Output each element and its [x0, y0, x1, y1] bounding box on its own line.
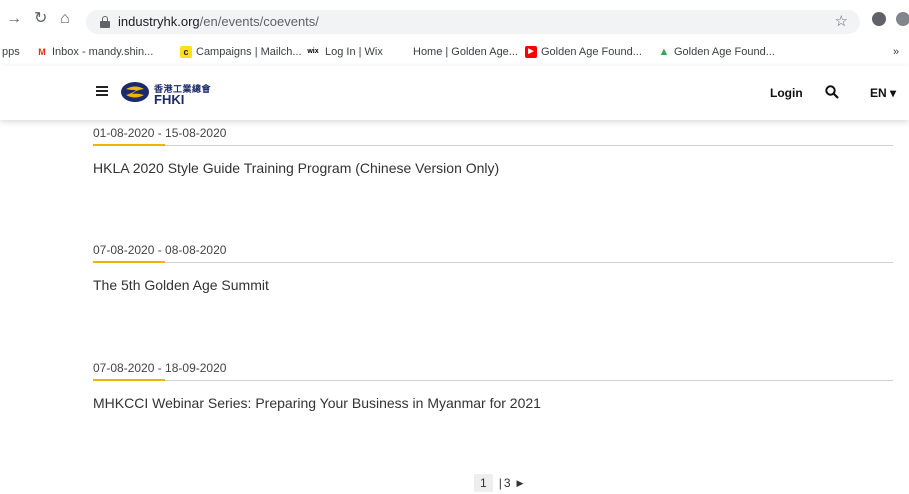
mailchimp-icon: c [180, 46, 192, 58]
bookmarks-bar: pps M Inbox - mandy.shin... c Campaigns | … [0, 40, 909, 66]
accent-underline [93, 261, 165, 263]
extension-icon[interactable] [872, 12, 886, 26]
bookmark-star-icon[interactable]: ☆ [835, 12, 848, 30]
event-date: 01-08-2020 - 15-08-2020 [93, 126, 227, 140]
divider [93, 145, 893, 146]
lock-icon[interactable] [100, 16, 110, 28]
youtube-icon: ▶ [525, 46, 537, 58]
bookmark-apps[interactable]: pps [2, 46, 20, 58]
page-last[interactable]: 3 [504, 476, 511, 490]
divider [93, 262, 893, 263]
logo-english-text: FHKI [154, 92, 185, 107]
event-title-link[interactable]: MHKCCI Webinar Series: Preparing Your Bu… [93, 395, 541, 411]
search-icon[interactable] [825, 85, 839, 99]
url-text[interactable]: industryhk.org/en/events/coevents/ [118, 14, 319, 29]
bookmark-wix[interactable]: wix Log In | Wix [305, 46, 383, 58]
accent-underline [93, 379, 165, 381]
menu-icon[interactable] [96, 86, 108, 96]
event-title-link[interactable]: HKLA 2020 Style Guide Training Program (… [93, 160, 499, 176]
page-separator: | [498, 476, 502, 490]
google-drive-icon: ▲ [658, 46, 670, 58]
forward-icon[interactable]: → [6, 9, 22, 29]
bookmark-youtube[interactable]: ▶ Golden Age Found... [525, 46, 642, 58]
next-page-icon[interactable]: ▶ [517, 478, 524, 489]
home-icon[interactable]: ⌂ [60, 9, 70, 29]
divider [93, 380, 893, 381]
bookmark-drive[interactable]: ▲ Golden Age Found... [658, 46, 775, 58]
event-date: 07-08-2020 - 18-09-2020 [93, 361, 227, 375]
pagination: 1 | 3 ▶ [474, 474, 523, 492]
site-header: 香港工業總會 FHKI Login EN ▾ [0, 66, 909, 120]
address-bar[interactable]: industryhk.org/en/events/coevents/ ☆ [86, 10, 860, 34]
page-current[interactable]: 1 [474, 474, 493, 492]
gmail-icon: M [38, 47, 46, 57]
event-date: 07-08-2020 - 08-08-2020 [93, 243, 227, 257]
reload-icon[interactable]: ↻ [34, 9, 47, 29]
bookmark-mailchimp[interactable]: c Campaigns | Mailch... [180, 46, 302, 58]
extension-icon-2[interactable] [896, 12, 909, 26]
login-link[interactable]: Login [770, 86, 803, 100]
browser-toolbar: → ↻ ⌂ industryhk.org/en/events/coevents/… [0, 0, 909, 40]
bookmark-gmail[interactable]: M Inbox - mandy.shin... [36, 46, 153, 58]
bookmark-overflow[interactable]: » [893, 46, 899, 58]
event-title-link[interactable]: The 5th Golden Age Summit [93, 277, 269, 293]
fhki-logo-icon[interactable] [120, 81, 150, 103]
accent-underline [93, 144, 165, 146]
wix-icon: wix [307, 48, 319, 55]
bookmark-home-golden-age[interactable]: Home | Golden Age... [413, 46, 518, 58]
language-dropdown[interactable]: EN ▾ [870, 86, 896, 100]
